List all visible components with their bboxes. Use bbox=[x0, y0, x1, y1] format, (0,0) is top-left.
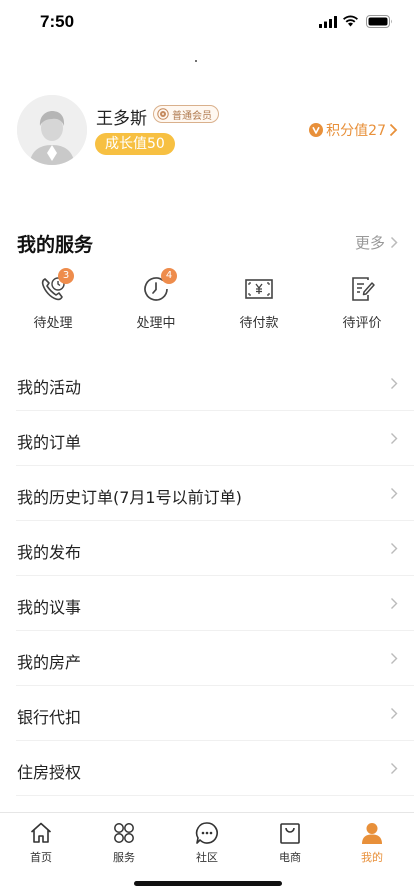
growth-value-pill[interactable]: 成长值50 bbox=[95, 133, 175, 155]
services-grid-icon bbox=[114, 823, 134, 843]
points-v-icon bbox=[309, 123, 324, 137]
service-item-processing[interactable]: 4 处理中 bbox=[116, 268, 196, 336]
service-label: 待处理 bbox=[33, 316, 73, 331]
chevron-right-icon bbox=[391, 598, 398, 609]
tab-shop[interactable]: 电商 bbox=[260, 821, 320, 869]
tab-label: 社区 bbox=[196, 851, 218, 864]
menu-item-bank-debit[interactable]: 银行代扣 bbox=[16, 686, 414, 741]
services-more-link[interactable]: 更多 bbox=[354, 233, 398, 252]
tab-community[interactable]: 社区 bbox=[177, 821, 237, 869]
service-count-badge: 4 bbox=[161, 268, 177, 284]
menu-item-label: 住房授权 bbox=[17, 763, 82, 782]
menu-item-label: 我的议事 bbox=[17, 598, 82, 617]
service-label: 待付款 bbox=[239, 316, 279, 331]
tab-home[interactable]: 首页 bbox=[11, 821, 71, 869]
menu-item-label: 我的发布 bbox=[17, 543, 82, 562]
menu-item-discussions[interactable]: 我的议事 bbox=[16, 576, 414, 631]
home-indicator bbox=[134, 881, 282, 886]
review-icon bbox=[352, 277, 375, 301]
services-title: 我的服务 bbox=[17, 234, 94, 256]
tab-label: 我的 bbox=[361, 851, 383, 864]
chevron-right-icon bbox=[391, 433, 398, 444]
service-item-to-review[interactable]: 待评价 bbox=[322, 272, 402, 336]
menu-item-housing-authorization[interactable]: 住房授权 bbox=[16, 741, 414, 796]
chevron-right-icon bbox=[389, 123, 398, 137]
decorative-dot bbox=[195, 60, 197, 62]
tab-label: 服务 bbox=[113, 851, 135, 864]
wifi-icon bbox=[343, 15, 358, 27]
chevron-right-icon bbox=[391, 708, 398, 719]
default-avatar-icon bbox=[17, 95, 87, 165]
service-item-pending[interactable]: 3 待处理 bbox=[13, 268, 93, 336]
tab-label: 电商 bbox=[279, 851, 301, 864]
menu-item-posts[interactable]: 我的发布 bbox=[16, 521, 414, 576]
points-value: 积分值27 bbox=[326, 123, 386, 139]
chevron-right-icon bbox=[391, 543, 398, 554]
avatar[interactable] bbox=[17, 95, 87, 165]
chevron-right-icon bbox=[391, 488, 398, 499]
menu-item-activities[interactable]: 我的活动 bbox=[16, 356, 414, 411]
tab-mine[interactable]: 我的 bbox=[342, 821, 402, 869]
menu-item-label: 我的活动 bbox=[17, 378, 82, 397]
payment-icon bbox=[245, 279, 273, 299]
menu-item-label: 我的房产 bbox=[17, 653, 82, 672]
points-link[interactable]: 积分值27 bbox=[309, 120, 398, 140]
chevron-right-icon bbox=[391, 763, 398, 774]
service-label: 处理中 bbox=[136, 316, 176, 331]
status-time: 7:50 bbox=[40, 12, 75, 31]
chevron-right-icon bbox=[391, 653, 398, 664]
tab-label: 首页 bbox=[30, 851, 52, 864]
menu-item-label: 银行代扣 bbox=[17, 708, 82, 727]
menu-item-orders[interactable]: 我的订单 bbox=[16, 411, 414, 466]
profile-page: 7:50 王多斯 普通会员 成长值50 积分值27 我的服务 更多 3 待处理 … bbox=[0, 0, 414, 896]
signal-icon bbox=[319, 16, 337, 28]
menu-item-label: 我的订单 bbox=[17, 433, 82, 452]
service-item-to-pay[interactable]: 待付款 bbox=[219, 272, 299, 336]
menu-item-property[interactable]: 我的房产 bbox=[16, 631, 414, 686]
member-badge: 普通会员 bbox=[153, 105, 219, 123]
home-icon bbox=[30, 822, 52, 843]
member-medal-icon bbox=[157, 108, 169, 120]
services-more-label: 更多 bbox=[354, 233, 385, 252]
chevron-right-icon bbox=[390, 236, 398, 248]
service-count-badge: 3 bbox=[58, 268, 74, 284]
menu-item-history-orders[interactable]: 我的历史订单(7月1号以前订单) bbox=[16, 466, 414, 521]
member-badge-label: 普通会员 bbox=[172, 110, 212, 122]
shopping-bag-icon bbox=[280, 823, 300, 844]
menu-list: 我的活动 我的订单 我的历史订单(7月1号以前订单) 我的发布 我的议事 我的房… bbox=[0, 356, 414, 796]
chat-bubble-icon bbox=[195, 822, 218, 844]
tab-services[interactable]: 服务 bbox=[94, 821, 154, 869]
service-label: 待评价 bbox=[342, 316, 382, 331]
menu-item-label: 我的历史订单(7月1号以前订单) bbox=[17, 488, 242, 507]
user-name: 王多斯 bbox=[96, 109, 147, 129]
person-icon bbox=[362, 823, 382, 844]
status-bar: 7:50 bbox=[0, 0, 414, 44]
battery-icon bbox=[366, 15, 392, 28]
chevron-right-icon bbox=[391, 378, 398, 389]
